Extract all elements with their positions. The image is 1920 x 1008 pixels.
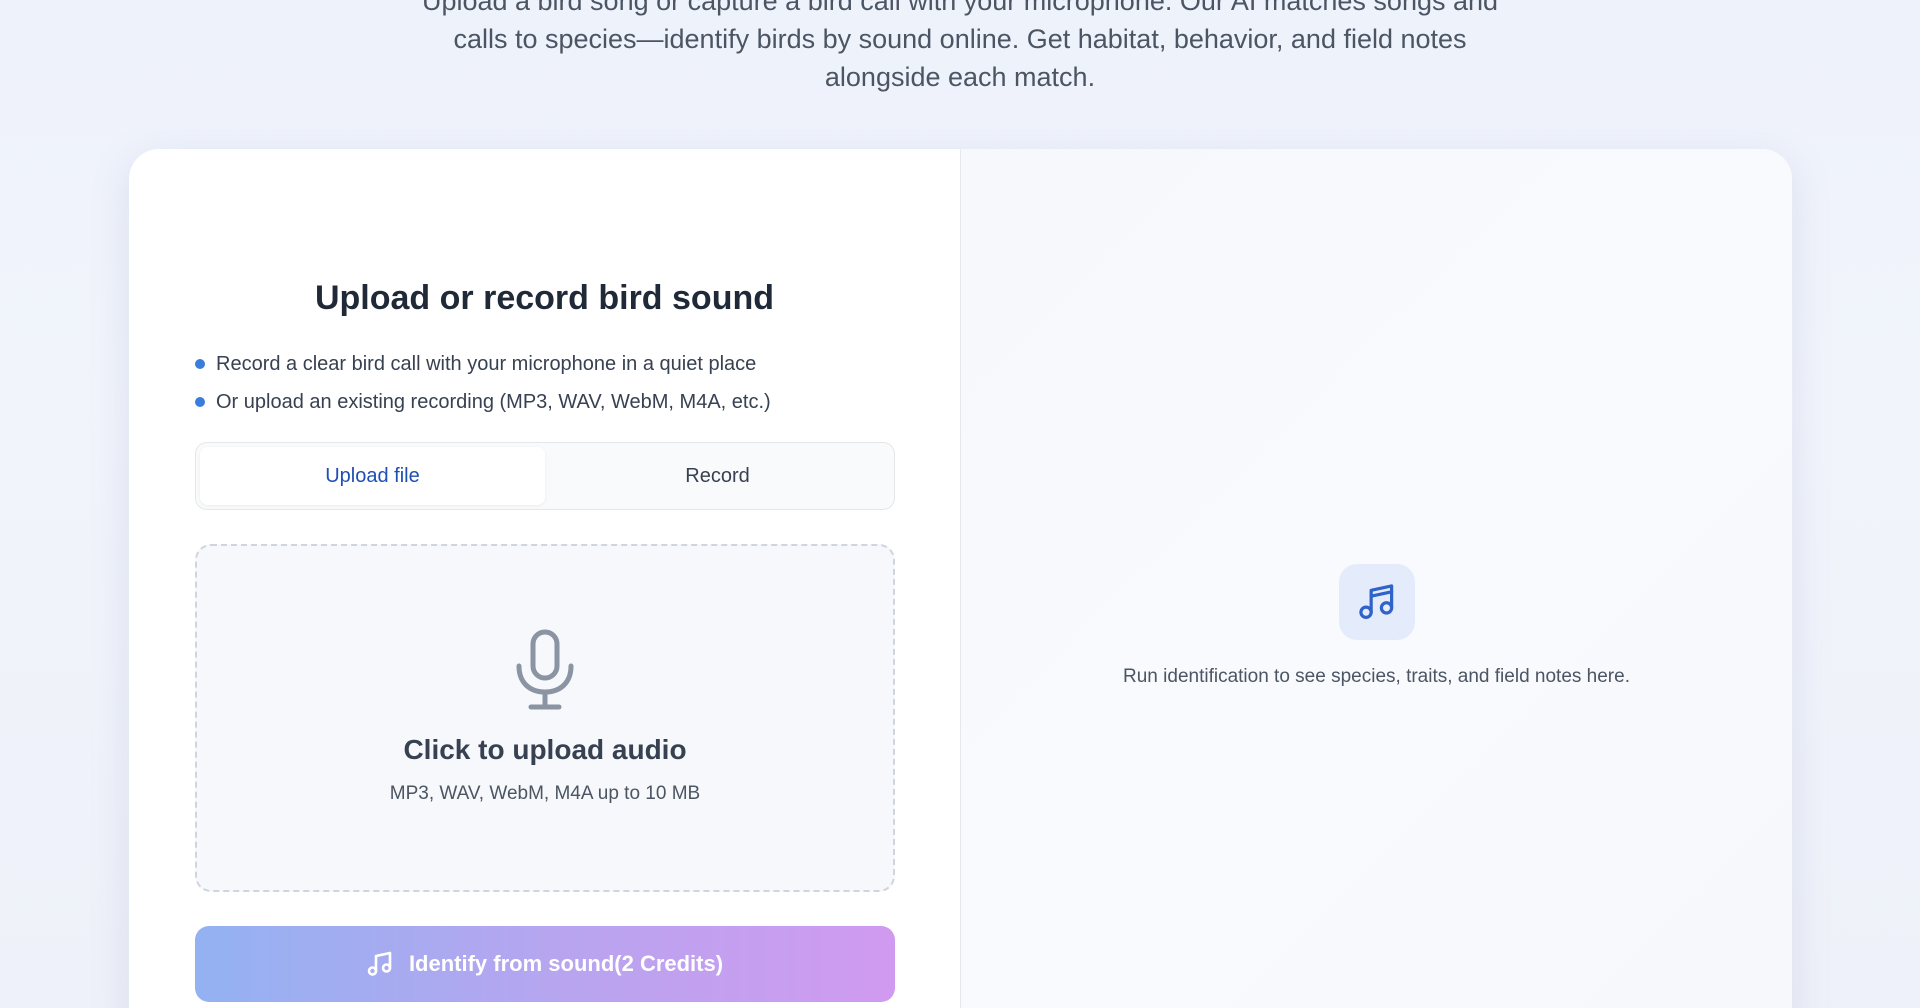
dropzone-subtitle: MP3, WAV, WebM, M4A up to 10 MB bbox=[389, 783, 701, 804]
tab-upload-file[interactable]: Upload file bbox=[200, 447, 545, 505]
tip-item: Record a clear bird call with your micro… bbox=[195, 345, 771, 383]
bullet-icon bbox=[195, 397, 205, 407]
music-note-icon bbox=[1358, 584, 1393, 619]
bullet-icon bbox=[195, 359, 205, 369]
identify-button[interactable]: Identify from sound(2 Credits) bbox=[195, 926, 895, 1002]
panel-title: Upload or record bird sound bbox=[314, 279, 775, 317]
microphone-icon bbox=[516, 629, 574, 710]
results-panel: Run identification to see species, trait… bbox=[961, 149, 1792, 1008]
tip-item: Or upload an existing recording (MP3, WA… bbox=[195, 383, 771, 421]
tip-text: Or upload an existing recording (MP3, WA… bbox=[216, 390, 771, 413]
audio-dropzone[interactable]: Click to upload audio MP3, WAV, WebM, M4… bbox=[195, 544, 895, 892]
tips-list: Record a clear bird call with your micro… bbox=[195, 345, 771, 421]
results-empty-text: Run identification to see species, trait… bbox=[1123, 666, 1630, 687]
mode-tabs: Upload file Record bbox=[195, 442, 895, 510]
identify-button-label: Identify from sound(2 Credits) bbox=[408, 951, 724, 976]
upload-panel: Upload or record bird sound Record a cle… bbox=[129, 149, 961, 1008]
results-icon-badge bbox=[1338, 564, 1415, 640]
tip-text: Record a clear bird call with your micro… bbox=[216, 352, 757, 375]
music-note-icon bbox=[367, 951, 392, 976]
hero-description: Upload a bird song or capture a bird cal… bbox=[421, 0, 1499, 92]
dropzone-title: Click to upload audio bbox=[403, 734, 687, 765]
identify-card: Upload or record bird sound Record a cle… bbox=[129, 149, 1792, 1008]
tab-record[interactable]: Record bbox=[545, 447, 890, 505]
